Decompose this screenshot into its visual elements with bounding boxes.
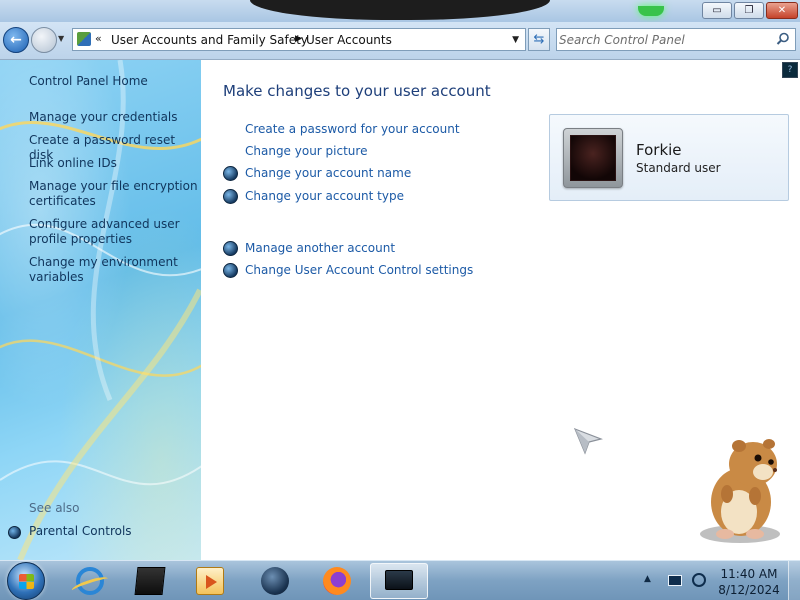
start-button[interactable] xyxy=(7,562,45,600)
back-arrow-icon: ← xyxy=(10,32,22,48)
control-panel-home-link[interactable]: Control Panel Home xyxy=(29,74,199,89)
network-icon[interactable] xyxy=(692,573,706,587)
back-button[interactable]: ← xyxy=(3,27,29,53)
task-pane: Control Panel Home Manage your credentia… xyxy=(0,60,201,560)
recent-pages-dropdown-icon[interactable]: ▼ xyxy=(58,34,68,44)
breadcrumb-user-accounts-family-safety[interactable]: User Accounts and Family Safety xyxy=(111,33,308,47)
change-account-name-link[interactable]: Change your account name xyxy=(245,166,411,180)
close-button[interactable]: ✕ xyxy=(766,2,798,19)
avatar-picture xyxy=(570,135,616,181)
uac-shield-icon xyxy=(223,189,238,204)
search-box[interactable] xyxy=(556,28,796,51)
breadcrumb-overflow[interactable]: « xyxy=(95,32,102,45)
windows-logo-icon xyxy=(19,574,34,589)
title-bar-indicator-light xyxy=(638,6,664,16)
search-icon[interactable] xyxy=(776,32,790,46)
main-content: ? Make changes to your user account Crea… xyxy=(201,60,800,560)
control-panel-icon xyxy=(77,32,91,46)
user-name: Forkie xyxy=(636,141,682,159)
firefox-icon xyxy=(323,567,351,595)
manage-another-account-link[interactable]: Manage another account xyxy=(245,241,395,255)
change-picture-link[interactable]: Change your picture xyxy=(245,144,367,158)
title-bar-notch xyxy=(250,0,664,20)
taskbar-active-window[interactable] xyxy=(370,563,428,599)
uac-shield-icon xyxy=(223,241,238,256)
uac-settings-link[interactable]: Change User Account Control settings xyxy=(245,263,473,277)
globe-app-icon xyxy=(261,567,289,595)
internet-explorer-icon xyxy=(76,567,104,595)
breadcrumb-user-accounts[interactable]: User Accounts xyxy=(306,33,392,47)
user-account-type: Standard user xyxy=(636,161,721,175)
window-title-bar[interactable]: ▭ ❐ ✕ xyxy=(0,0,800,22)
help-icon[interactable]: ? xyxy=(782,62,798,78)
search-input[interactable] xyxy=(559,31,771,48)
forward-button[interactable] xyxy=(31,27,57,53)
show-hidden-icons-icon[interactable]: ▲ xyxy=(644,574,651,584)
navigation-bar: ← ▼ « User Accounts and Family Safety ▶ … xyxy=(0,22,800,60)
minimize-button[interactable]: ▭ xyxy=(702,2,732,19)
address-dropdown-icon[interactable]: ▼ xyxy=(512,35,519,45)
maximize-button[interactable]: ❐ xyxy=(734,2,764,19)
clock-time[interactable]: 11:40 AM xyxy=(718,567,780,581)
taskbar: ▲ 11:40 AM 8/12/2024 xyxy=(0,560,800,600)
mouse-pointer-icon xyxy=(573,427,603,455)
action-center-icon[interactable] xyxy=(668,575,682,586)
taskbar-media-player[interactable] xyxy=(184,563,236,599)
address-bar[interactable]: « User Accounts and Family Safety ▶ User… xyxy=(72,28,526,51)
parental-controls-link[interactable]: Parental Controls xyxy=(29,524,199,539)
hamster-desktop-pet-icon[interactable] xyxy=(695,430,795,546)
avatar[interactable] xyxy=(563,128,623,188)
see-also-heading: See also xyxy=(29,501,80,515)
sidebar-link-online-ids[interactable]: Link online IDs xyxy=(29,156,199,171)
show-desktop-button[interactable] xyxy=(788,561,800,600)
uac-shield-icon xyxy=(223,263,238,278)
taskbar-internet-explorer[interactable] xyxy=(64,563,116,599)
clock-date[interactable]: 8/12/2024 xyxy=(718,583,780,597)
breadcrumb-separator-icon[interactable]: ▶ xyxy=(295,34,302,44)
sidebar-link-environment-variables[interactable]: Change my environment variables xyxy=(29,255,199,285)
taskbar-3d-box-app[interactable] xyxy=(124,563,176,599)
sidebar-link-encryption-certificates[interactable]: Manage your file encryption certificates xyxy=(29,179,199,209)
taskbar-firefox[interactable] xyxy=(311,563,363,599)
change-account-type-link[interactable]: Change your account type xyxy=(245,189,404,203)
3d-box-app-icon xyxy=(134,567,166,595)
user-account-card: Forkie Standard user xyxy=(549,114,789,201)
uac-shield-icon xyxy=(223,166,238,181)
sidebar-link-advanced-profile[interactable]: Configure advanced user profile properti… xyxy=(29,217,199,247)
refresh-icon: ⇆ xyxy=(533,32,545,47)
create-password-link[interactable]: Create a password for your account xyxy=(245,122,460,136)
display-app-icon xyxy=(385,570,413,590)
refresh-button[interactable]: ⇆ xyxy=(528,28,550,51)
taskbar-globe-app[interactable] xyxy=(249,563,301,599)
shield-icon xyxy=(8,526,21,539)
media-player-icon xyxy=(196,567,224,595)
sidebar-link-manage-credentials[interactable]: Manage your credentials xyxy=(29,110,199,125)
page-title: Make changes to your user account xyxy=(223,82,491,100)
